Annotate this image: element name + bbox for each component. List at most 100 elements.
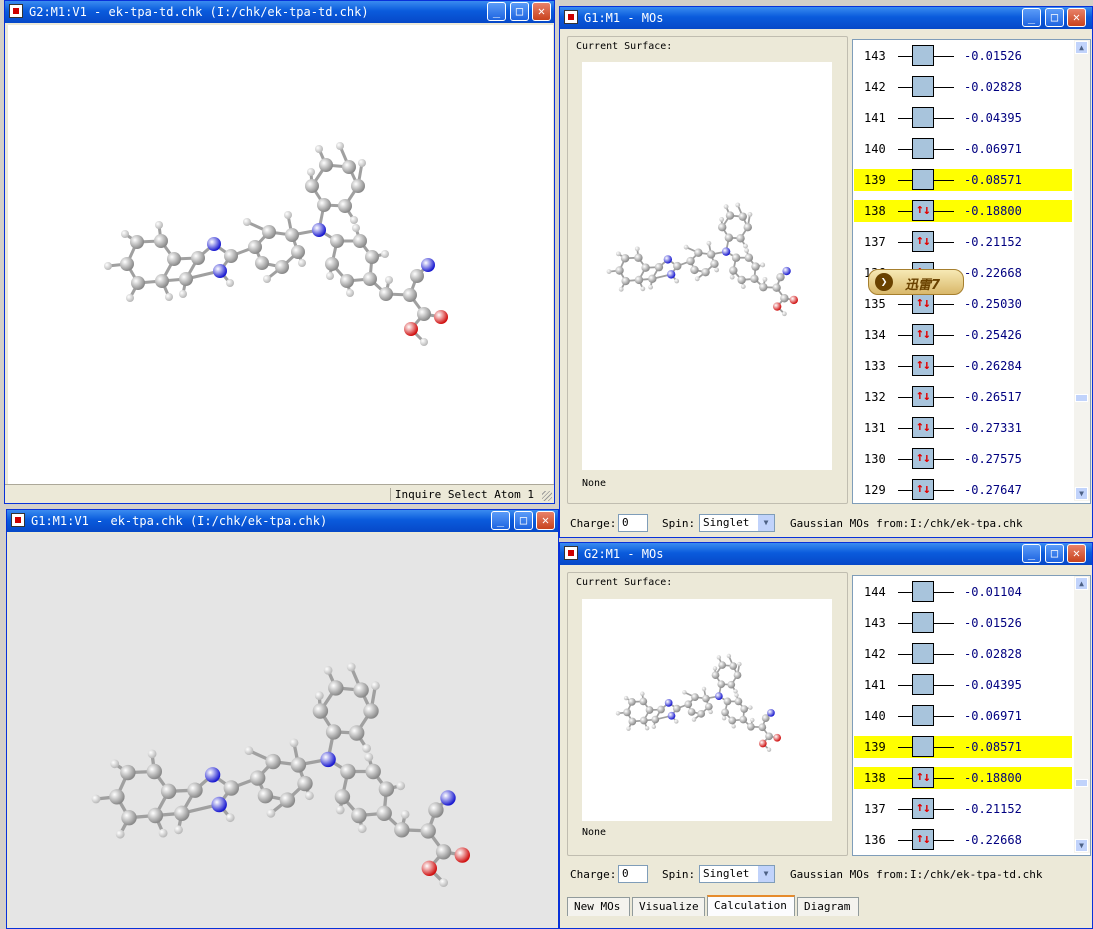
carbon-atom[interactable]: [248, 240, 262, 254]
minimize-button[interactable]: _: [1022, 544, 1041, 563]
carbon-atom[interactable]: [363, 272, 377, 286]
empty-orbital-icon[interactable]: [912, 107, 934, 128]
maximize-button[interactable]: □: [510, 2, 529, 21]
oxygen-atom[interactable]: [455, 847, 470, 862]
carbon-atom[interactable]: [639, 698, 647, 706]
hydrogen-atom[interactable]: [385, 276, 393, 284]
hydrogen-atom[interactable]: [159, 829, 168, 838]
hydrogen-atom[interactable]: [104, 262, 112, 270]
carbon-atom[interactable]: [285, 228, 299, 242]
minimize-button[interactable]: _: [491, 511, 510, 530]
carbon-atom[interactable]: [717, 680, 725, 688]
nitrogen-atom[interactable]: [440, 790, 455, 805]
carbon-atom[interactable]: [641, 264, 649, 272]
nitrogen-atom[interactable]: [667, 270, 675, 278]
mo-window-top[interactable]: G1:M1 - MOs _ □ ✕ Current Surface: None …: [559, 6, 1093, 538]
carbon-atom[interactable]: [648, 275, 656, 283]
carbon-atom[interactable]: [621, 277, 629, 285]
hydrogen-atom[interactable]: [674, 279, 679, 284]
carbon-atom[interactable]: [330, 234, 344, 248]
hydrogen-atom[interactable]: [439, 878, 448, 887]
mo-row[interactable]: 131-0.27331: [854, 417, 1072, 439]
carbon-atom[interactable]: [130, 235, 144, 249]
hydrogen-atom[interactable]: [737, 662, 741, 666]
mo-list-scrollbar[interactable]: ▲ ▼: [1074, 40, 1090, 501]
carbon-atom[interactable]: [739, 212, 747, 220]
carbon-atom[interactable]: [690, 266, 698, 274]
hydrogen-atom[interactable]: [743, 244, 748, 249]
carbon-atom[interactable]: [705, 703, 713, 711]
carbon-atom[interactable]: [280, 792, 295, 807]
carbon-atom[interactable]: [365, 250, 379, 264]
carbon-atom[interactable]: [121, 810, 136, 825]
hydrogen-atom[interactable]: [652, 725, 656, 729]
mo-row[interactable]: 138-0.18800: [854, 767, 1072, 789]
hydrogen-atom[interactable]: [92, 795, 101, 804]
download-manager-badge[interactable]: ❯ 迅雷7: [868, 269, 964, 295]
carbon-atom[interactable]: [351, 808, 366, 823]
hydrogen-atom[interactable]: [290, 739, 299, 748]
hydrogen-atom[interactable]: [714, 268, 719, 273]
hydrogen-atom[interactable]: [307, 168, 315, 176]
hydrogen-atom[interactable]: [640, 286, 645, 291]
viewer-window-bottom[interactable]: G1:M1:V1 - ek-tpa.chk (I:/chk/ek-tpa.chk…: [6, 509, 559, 929]
carbon-atom[interactable]: [305, 179, 319, 193]
mo-row[interactable]: 138-0.18800: [854, 200, 1072, 222]
carbon-atom[interactable]: [734, 671, 742, 679]
hydrogen-atom[interactable]: [744, 248, 749, 253]
molecule-canvas[interactable]: [8, 25, 553, 487]
carbon-atom[interactable]: [291, 245, 305, 259]
spin-select[interactable]: Singlet ▼: [699, 514, 775, 532]
hydrogen-atom[interactable]: [760, 263, 765, 268]
carbon-atom[interactable]: [688, 708, 696, 716]
carbon-atom[interactable]: [744, 223, 752, 231]
oxygen-atom[interactable]: [434, 310, 448, 324]
close-button[interactable]: ✕: [1067, 8, 1086, 27]
hydrogen-atom[interactable]: [626, 726, 630, 730]
carbon-atom[interactable]: [297, 776, 312, 791]
carbon-atom[interactable]: [765, 732, 773, 740]
tab-calculation[interactable]: Calculation: [707, 895, 795, 916]
carbon-atom[interactable]: [167, 252, 181, 266]
mo-row[interactable]: 140-0.06971: [854, 138, 1072, 160]
electron-pair-icon[interactable]: [912, 798, 934, 819]
close-button[interactable]: ✕: [536, 511, 555, 530]
carbon-atom[interactable]: [335, 789, 350, 804]
carbon-atom[interactable]: [736, 234, 744, 242]
hydrogen-atom[interactable]: [267, 809, 276, 818]
minimize-button[interactable]: _: [487, 2, 506, 21]
carbon-atom[interactable]: [646, 706, 654, 714]
hydrogen-atom[interactable]: [381, 250, 389, 258]
mo-row[interactable]: 137-0.21152: [854, 231, 1072, 253]
carbon-atom[interactable]: [724, 698, 732, 706]
hydrogen-atom[interactable]: [763, 277, 768, 282]
carbon-atom[interactable]: [728, 717, 736, 725]
hydrogen-atom[interactable]: [315, 691, 324, 700]
carbon-atom[interactable]: [651, 716, 659, 724]
hydrogen-atom[interactable]: [645, 726, 649, 730]
carbon-atom[interactable]: [694, 249, 702, 257]
hydrogen-atom[interactable]: [226, 813, 235, 822]
hydrogen-atom[interactable]: [305, 791, 314, 800]
electron-pair-icon[interactable]: [912, 767, 934, 788]
scroll-up-arrow[interactable]: ▲: [1075, 41, 1088, 54]
nitrogen-atom[interactable]: [767, 709, 775, 717]
nitrogen-atom[interactable]: [782, 267, 790, 275]
hydrogen-atom[interactable]: [347, 663, 356, 672]
mo-row[interactable]: 139-0.08571: [854, 736, 1072, 758]
hydrogen-atom[interactable]: [226, 279, 234, 287]
hydrogen-atom[interactable]: [116, 830, 125, 839]
nitrogen-atom[interactable]: [668, 712, 676, 720]
hydrogen-atom[interactable]: [174, 825, 183, 834]
hydrogen-atom[interactable]: [126, 294, 134, 302]
oxygen-atom[interactable]: [404, 322, 418, 336]
carbon-atom[interactable]: [701, 268, 709, 276]
carbon-atom[interactable]: [628, 698, 636, 706]
charge-input[interactable]: 0: [618, 865, 648, 883]
hydrogen-atom[interactable]: [110, 759, 119, 768]
carbon-atom[interactable]: [739, 716, 747, 724]
carbon-atom[interactable]: [379, 287, 393, 301]
nitrogen-atom[interactable]: [312, 223, 326, 237]
electron-pair-icon[interactable]: [912, 386, 934, 407]
carbon-atom[interactable]: [735, 698, 743, 706]
